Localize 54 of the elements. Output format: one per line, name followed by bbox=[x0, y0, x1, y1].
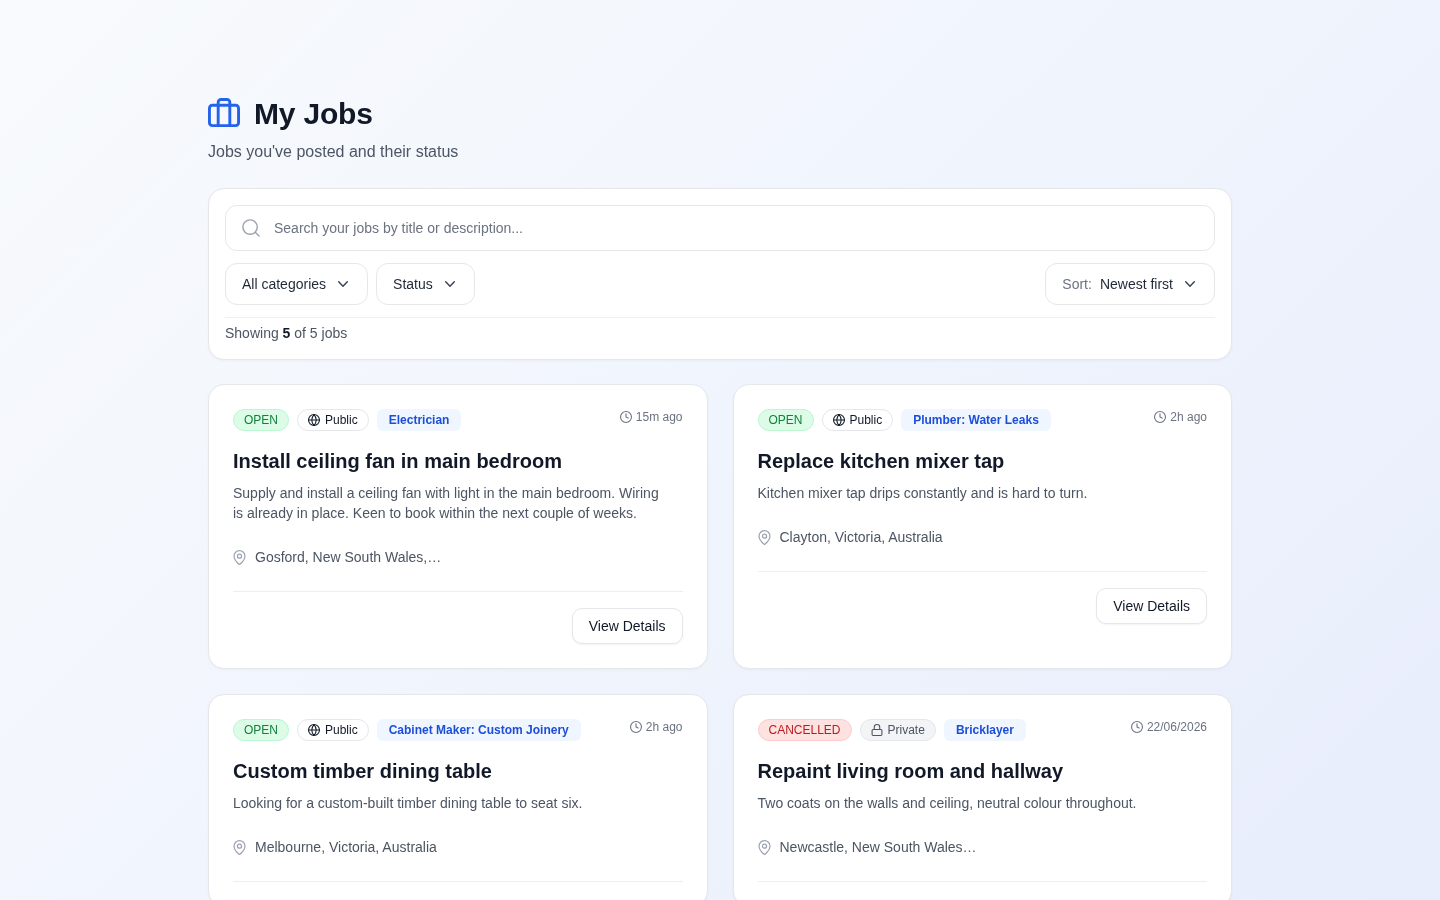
sort-dropdown[interactable]: Sort: Newest first bbox=[1045, 263, 1215, 305]
job-location: Melbourne, Victoria, Australia bbox=[255, 838, 437, 857]
status-badge: CANCELLED bbox=[757, 719, 852, 741]
category-tag: Cabinet Maker: Custom Joinery bbox=[376, 719, 581, 741]
posted-time: 22/06/2026 bbox=[1146, 719, 1207, 735]
location-pin-icon bbox=[757, 839, 771, 855]
category-tag: Plumber: Water Leaks bbox=[901, 409, 1051, 431]
search-icon bbox=[242, 219, 260, 237]
category-tag: Bricklayer bbox=[943, 719, 1026, 741]
chevron-down-icon bbox=[1185, 281, 1195, 287]
job-location: Newcastle, New South Wales… bbox=[779, 838, 977, 857]
chevron-down-icon bbox=[444, 281, 455, 287]
posted-time: 2h ago bbox=[1170, 409, 1207, 425]
visibility-label: Public bbox=[849, 413, 883, 427]
chevron-down-icon bbox=[338, 281, 349, 287]
status-badge: OPEN bbox=[233, 719, 289, 741]
visibility-label: Private bbox=[887, 723, 925, 737]
job-description: Looking for a custom-built timber dining table to seat six. bbox=[233, 794, 584, 813]
visibility-label: Public bbox=[325, 723, 358, 737]
globe-icon bbox=[308, 414, 320, 426]
clock-icon bbox=[1130, 721, 1143, 733]
job-title: Replace kitchen mixer tap bbox=[757, 449, 1005, 473]
search-field[interactable]: Search your jobs by title or description... bbox=[225, 205, 1215, 251]
job-description: Two coats on the walls and ceiling, neutral colour throughout. bbox=[757, 794, 1138, 813]
results-count: Showing 5 of 5 jobs bbox=[225, 324, 348, 343]
location-pin-icon bbox=[757, 529, 771, 545]
posted-time: 2h ago bbox=[645, 719, 683, 735]
job-location: Clayton, Victoria, Australia bbox=[779, 528, 943, 547]
view-details-button[interactable]: View Details bbox=[1096, 588, 1207, 624]
location-pin-icon bbox=[233, 839, 246, 855]
status-dropdown[interactable]: Status bbox=[376, 263, 475, 305]
status-badge: OPEN bbox=[233, 409, 289, 431]
lock-icon bbox=[870, 724, 883, 736]
page-subtitle: Jobs you've posted and their status bbox=[208, 142, 459, 162]
view-details-button[interactable]: View Details bbox=[571, 608, 683, 644]
job-location: Gosford, New South Wales,… bbox=[255, 548, 442, 567]
category-dropdown[interactable]: All categories bbox=[225, 263, 369, 305]
job-title: Custom timber dining table bbox=[233, 759, 492, 783]
visibility-label: Public bbox=[325, 413, 358, 427]
clock-icon bbox=[1154, 411, 1167, 423]
job-title: Install ceiling fan in main bedroom bbox=[233, 449, 562, 473]
clock-icon bbox=[619, 411, 632, 423]
globe-icon bbox=[832, 414, 845, 426]
location-pin-icon bbox=[233, 549, 246, 565]
status-badge: OPEN bbox=[757, 409, 814, 431]
globe-icon bbox=[308, 724, 320, 736]
category-tag: Electrician bbox=[376, 409, 462, 431]
job-description: Supply and install a ceiling fan with light in the main bedroom. Wiring is already in place. Keen to book within the next couple of weeks. bbox=[233, 484, 660, 523]
briefcase-icon bbox=[208, 98, 240, 130]
clock-icon bbox=[629, 721, 642, 733]
page-title: My Jobs bbox=[254, 96, 373, 132]
job-description: Kitchen mixer tap drips constantly and is hard to turn. bbox=[757, 484, 1089, 503]
posted-time: 15m ago bbox=[635, 409, 683, 425]
job-title: Repaint living room and hallway bbox=[757, 759, 1064, 783]
